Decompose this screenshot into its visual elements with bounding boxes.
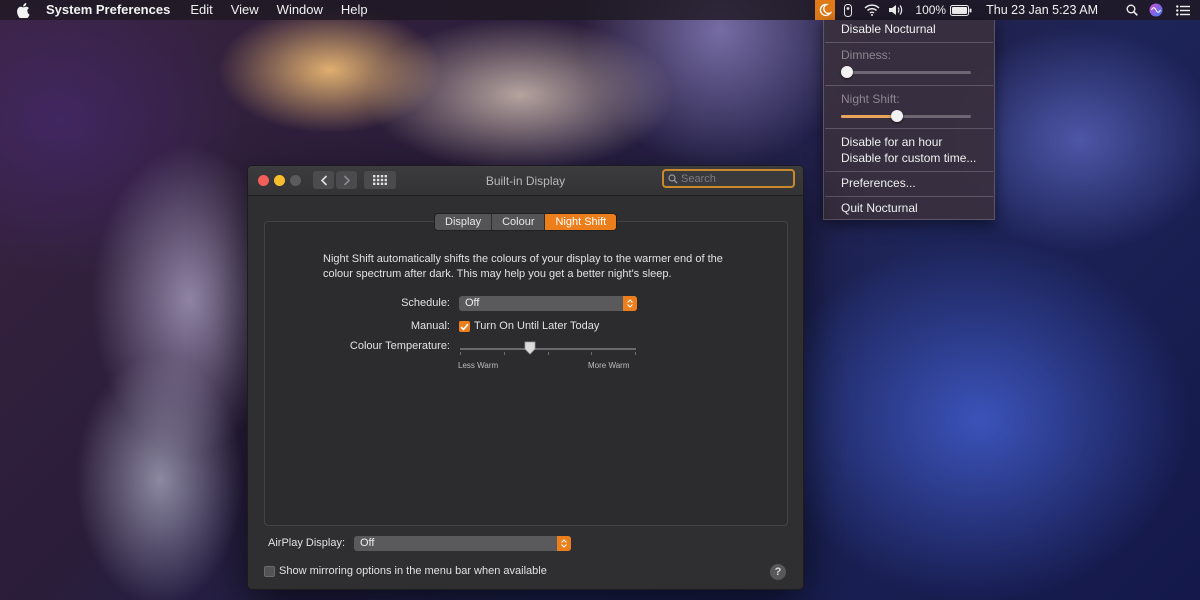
- preferences-window: Built-in Display Search Display Colour N…: [247, 165, 804, 590]
- siri-icon[interactable]: [1142, 0, 1170, 20]
- slider-tick: [460, 352, 461, 355]
- volume-icon[interactable]: [883, 0, 909, 20]
- apple-icon[interactable]: [16, 2, 30, 18]
- night-shift-label: Night Shift:: [841, 92, 900, 106]
- slider-tick: [504, 352, 505, 355]
- dimness-slider-knob[interactable]: [841, 66, 853, 78]
- tab-night-shift[interactable]: Night Shift: [545, 214, 617, 230]
- menu-app-name[interactable]: System Preferences: [46, 0, 170, 20]
- nocturnal-menu: Disable Nocturnal Dimness: Night Shift: …: [823, 20, 995, 220]
- airplay-label: AirPlay Display:: [268, 537, 346, 549]
- slider-tick: [548, 352, 549, 355]
- airplay-value: Off: [360, 537, 375, 549]
- tab-bar: Display Colour Night Shift: [434, 213, 618, 231]
- menu-help[interactable]: Help: [341, 0, 368, 20]
- disable-hour-item[interactable]: Disable for an hour: [841, 135, 942, 149]
- menu-separator: [825, 171, 993, 172]
- mirroring-checkbox[interactable]: [264, 566, 275, 577]
- wifi-icon[interactable]: [861, 0, 883, 20]
- manual-label: Manual:: [410, 320, 450, 332]
- menu-bar-right: 100% Thu 23 Jan 5:23 AM: [815, 0, 1200, 20]
- checkmark-icon: [460, 323, 469, 331]
- spotlight-icon[interactable]: [1122, 0, 1142, 20]
- battery-percent: 100%: [915, 3, 947, 17]
- battery-icon[interactable]: [948, 0, 974, 20]
- night-shift-slider[interactable]: [841, 110, 971, 122]
- menu-separator: [825, 128, 993, 129]
- clock[interactable]: Thu 23 Jan 5:23 AM: [986, 0, 1098, 20]
- colour-temperature-label: Colour Temperature:: [349, 340, 450, 352]
- disable-nocturnal-item[interactable]: Disable Nocturnal: [841, 22, 936, 36]
- flashlight-icon[interactable]: [835, 0, 861, 20]
- tab-display[interactable]: Display: [435, 214, 493, 230]
- menu-window[interactable]: Window: [277, 0, 323, 20]
- airplay-select[interactable]: Off: [354, 536, 571, 551]
- tab-colour[interactable]: Colour: [492, 214, 546, 230]
- disable-custom-item[interactable]: Disable for custom time...: [841, 151, 976, 165]
- search-placeholder: Search: [681, 173, 716, 185]
- search-icon: [668, 174, 678, 184]
- list-icon[interactable]: [1170, 0, 1196, 20]
- quit-nocturnal-item[interactable]: Quit Nocturnal: [841, 201, 918, 215]
- night-shift-slider-knob[interactable]: [891, 110, 903, 122]
- preferences-item[interactable]: Preferences...: [841, 176, 916, 190]
- manual-checkbox-label[interactable]: Turn On Until Later Today: [474, 320, 599, 332]
- dimness-slider[interactable]: [841, 66, 971, 78]
- colour-temperature-slider[interactable]: [460, 348, 636, 355]
- menu-separator: [825, 85, 993, 86]
- menu-separator: [825, 196, 993, 197]
- mirroring-label[interactable]: Show mirroring options in the menu bar w…: [279, 565, 547, 577]
- updown-arrow-icon: [557, 536, 571, 551]
- dimness-label: Dimness:: [841, 48, 892, 62]
- title-bar: Built-in Display Search: [248, 166, 803, 196]
- menu-separator: [825, 42, 993, 43]
- search-field[interactable]: Search: [662, 169, 795, 188]
- less-warm-label: Less Warm: [458, 361, 499, 370]
- more-warm-label: More Warm: [588, 361, 630, 370]
- menu-bar: System Preferences Edit View Window Help…: [0, 0, 1200, 20]
- manual-checkbox[interactable]: [459, 321, 470, 332]
- schedule-value: Off: [465, 297, 480, 309]
- night-shift-slider-fill: [841, 115, 897, 118]
- nocturnal-icon[interactable]: [815, 0, 836, 20]
- menu-edit[interactable]: Edit: [190, 0, 212, 20]
- night-shift-description: Night Shift automatically shifts the col…: [323, 253, 723, 280]
- colour-temperature-thumb[interactable]: [524, 341, 536, 355]
- updown-arrow-icon: [623, 296, 637, 311]
- schedule-select[interactable]: Off: [459, 296, 637, 311]
- schedule-label: Schedule:: [401, 297, 450, 309]
- menu-view[interactable]: View: [231, 0, 259, 20]
- slider-tick: [591, 352, 592, 355]
- menu-bar-left: System Preferences Edit View Window Help: [0, 0, 386, 20]
- slider-tick: [635, 352, 636, 355]
- help-button[interactable]: ?: [770, 564, 786, 580]
